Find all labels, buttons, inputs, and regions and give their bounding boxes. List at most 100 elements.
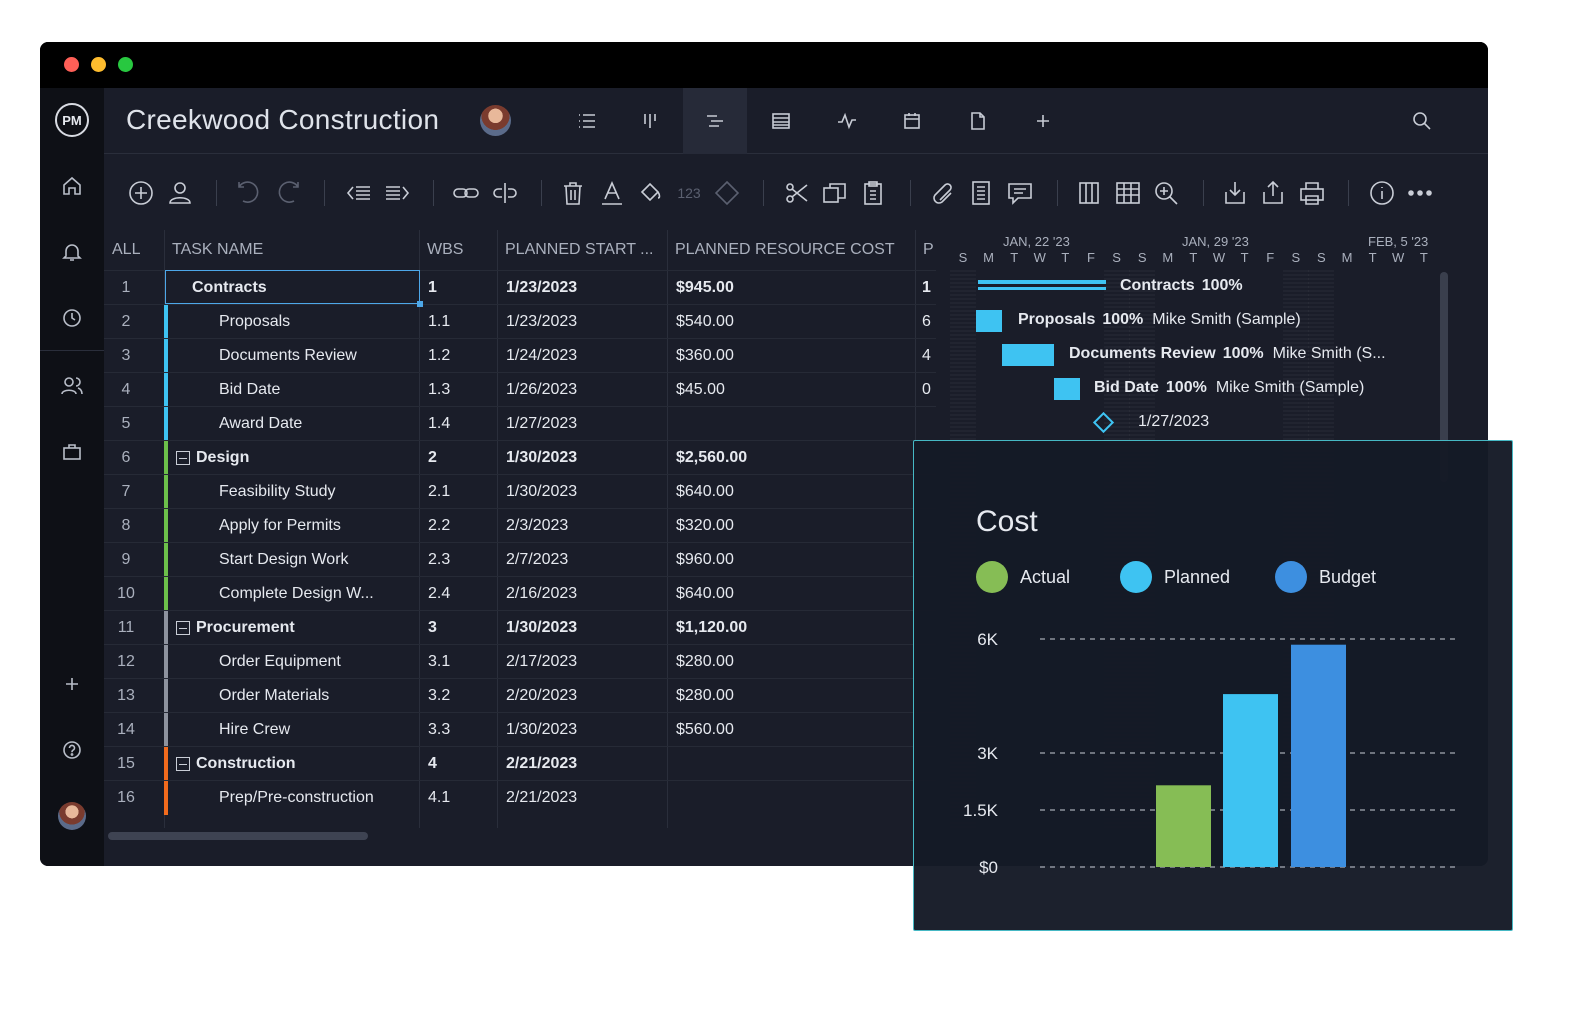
wbs-cell[interactable]: 3.1 <box>428 645 496 679</box>
row-number[interactable]: 9 <box>104 543 148 577</box>
task-name-cell[interactable]: Complete Design W... <box>219 577 449 611</box>
planned-cost-cell[interactable]: $640.00 <box>676 475 914 509</box>
wbs-cell[interactable]: 4.1 <box>428 781 496 815</box>
table-row[interactable]: 15 Construction 4 2/21/2023 <box>104 746 936 781</box>
help-icon[interactable] <box>40 730 104 770</box>
row-number[interactable]: 15 <box>104 747 148 781</box>
planned-cost-cell[interactable] <box>676 781 914 815</box>
cut-icon[interactable] <box>780 176 814 210</box>
table-row[interactable]: 7 Feasibility Study 2.1 1/30/2023 $640.00 <box>104 474 936 509</box>
gantt-view-icon[interactable] <box>683 88 747 154</box>
planned-cost-cell[interactable]: $945.00 <box>676 271 914 305</box>
bar-budget[interactable] <box>1291 644 1346 867</box>
people-icon[interactable] <box>40 366 104 406</box>
unlink-icon[interactable] <box>488 176 522 210</box>
gantt-bar[interactable] <box>976 310 1002 332</box>
header-planned-resource-cost[interactable]: PLANNED RESOURCE COST <box>667 230 915 270</box>
wbs-cell[interactable]: 1.1 <box>428 305 496 339</box>
gantt-bar[interactable] <box>1002 344 1054 366</box>
planned-start-cell[interactable]: 2/21/2023 <box>506 781 666 815</box>
planned-start-cell[interactable]: 2/17/2023 <box>506 645 666 679</box>
attachment-icon[interactable] <box>926 176 960 210</box>
table-row[interactable]: 14 Hire Crew 3.3 1/30/2023 $560.00 <box>104 712 936 747</box>
header-all[interactable]: ALL <box>104 230 164 270</box>
p-cell[interactable]: 4 <box>922 339 938 373</box>
redo-icon[interactable] <box>271 176 305 210</box>
planned-cost-cell[interactable]: $280.00 <box>676 645 914 679</box>
recent-icon[interactable] <box>40 298 104 338</box>
row-number[interactable]: 10 <box>104 577 148 611</box>
task-name-cell[interactable]: Order Equipment <box>219 645 449 679</box>
row-number[interactable]: 7 <box>104 475 148 509</box>
export-icon[interactable] <box>1256 176 1290 210</box>
pm-logo[interactable]: PM <box>40 100 104 140</box>
delete-icon[interactable] <box>556 176 590 210</box>
p-cell[interactable]: 6 <box>922 305 938 339</box>
table-row[interactable]: 10 Complete Design W... 2.4 2/16/2023 $640.0… <box>104 576 936 611</box>
indent-icon[interactable] <box>380 176 414 210</box>
portfolio-icon[interactable] <box>40 432 104 472</box>
text-color-icon[interactable] <box>595 176 629 210</box>
task-name-cell[interactable]: Documents Review <box>219 339 449 373</box>
planned-cost-cell[interactable]: $320.00 <box>676 509 914 543</box>
planned-cost-cell[interactable]: $2,560.00 <box>676 441 914 475</box>
sheet-view-icon[interactable] <box>749 88 813 154</box>
gantt-bar[interactable] <box>978 280 1106 290</box>
legend-planned[interactable]: Planned <box>1120 561 1230 593</box>
planned-cost-cell[interactable]: $540.00 <box>676 305 914 339</box>
number-format-button[interactable]: 123 <box>672 176 706 210</box>
search-icon[interactable] <box>1390 88 1454 154</box>
wbs-cell[interactable]: 2 <box>428 441 496 475</box>
wbs-cell[interactable]: 2.3 <box>428 543 496 577</box>
table-row[interactable]: 3 Documents Review 1.2 1/24/2023 $360.00 4 <box>104 338 938 373</box>
table-row[interactable]: 5 Award Date 1.4 1/27/2023 <box>104 406 936 441</box>
row-number[interactable]: 8 <box>104 509 148 543</box>
legend-actual[interactable]: Actual <box>976 561 1070 593</box>
task-name-cell[interactable]: Contracts <box>192 271 422 305</box>
header-p[interactable]: P <box>915 230 937 270</box>
copy-icon[interactable] <box>818 176 852 210</box>
row-number[interactable]: 11 <box>104 611 148 645</box>
info-icon[interactable] <box>1365 176 1399 210</box>
task-name-cell[interactable]: Hire Crew <box>219 713 449 747</box>
planned-start-cell[interactable]: 1/23/2023 <box>506 305 666 339</box>
planned-cost-cell[interactable]: $1,120.00 <box>676 611 914 645</box>
user-avatar[interactable] <box>40 796 104 836</box>
wbs-cell[interactable]: 2.1 <box>428 475 496 509</box>
p-cell[interactable]: 1 <box>922 271 938 305</box>
task-name-cell[interactable]: Procurement <box>176 611 406 645</box>
planned-start-cell[interactable]: 1/30/2023 <box>506 475 666 509</box>
planned-start-cell[interactable]: 2/21/2023 <box>506 747 666 781</box>
task-name-cell[interactable]: Bid Date <box>219 373 449 407</box>
add-user-icon[interactable] <box>163 176 197 210</box>
task-name-cell[interactable]: Order Materials <box>219 679 449 713</box>
milestone-icon[interactable] <box>710 176 744 210</box>
planned-start-cell[interactable]: 2/16/2023 <box>506 577 666 611</box>
planned-cost-cell[interactable]: $360.00 <box>676 339 914 373</box>
columns-icon[interactable] <box>1072 176 1106 210</box>
task-name-cell[interactable]: Construction <box>176 747 406 781</box>
add-view-icon[interactable] <box>1011 88 1075 154</box>
planned-cost-cell[interactable] <box>676 407 914 441</box>
planned-cost-cell[interactable]: $960.00 <box>676 543 914 577</box>
wbs-cell[interactable]: 3 <box>428 611 496 645</box>
table-row[interactable]: 8 Apply for Permits 2.2 2/3/2023 $320.00 <box>104 508 936 543</box>
row-number[interactable]: 3 <box>104 339 148 373</box>
wbs-cell[interactable]: 1 <box>428 271 496 305</box>
planned-start-cell[interactable]: 1/26/2023 <box>506 373 666 407</box>
row-number[interactable]: 5 <box>104 407 148 441</box>
maximize-window-button[interactable] <box>118 57 133 72</box>
bar-actual[interactable] <box>1156 785 1211 867</box>
row-number[interactable]: 2 <box>104 305 148 339</box>
task-name-cell[interactable]: Feasibility Study <box>219 475 449 509</box>
outdent-icon[interactable] <box>342 176 376 210</box>
header-task-name[interactable]: TASK NAME <box>164 230 419 270</box>
row-number[interactable]: 4 <box>104 373 148 407</box>
notifications-icon[interactable] <box>40 232 104 272</box>
table-row[interactable]: 2 Proposals 1.1 1/23/2023 $540.00 6 <box>104 304 938 339</box>
planned-cost-cell[interactable] <box>676 747 914 781</box>
gantt-bar[interactable] <box>1054 378 1080 400</box>
wbs-cell[interactable]: 3.3 <box>428 713 496 747</box>
zoom-icon[interactable] <box>1149 176 1183 210</box>
home-icon[interactable] <box>40 166 104 206</box>
